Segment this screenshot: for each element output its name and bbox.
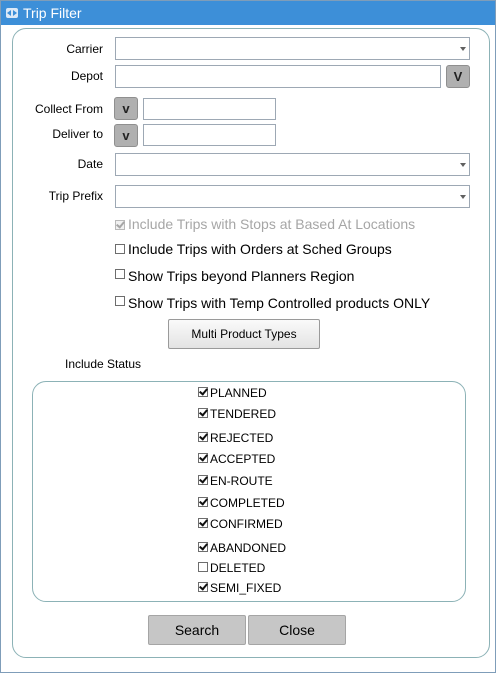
status-confirmed-checkbox[interactable] bbox=[198, 518, 208, 528]
multi-product-types-button[interactable]: Multi Product Types bbox=[168, 319, 320, 349]
collect-from-input[interactable] bbox=[143, 98, 276, 120]
status-accepted-label: ACCEPTED bbox=[210, 452, 276, 466]
deliver-to-label: Deliver to bbox=[52, 127, 103, 141]
title-bar[interactable]: Trip Filter bbox=[1, 1, 495, 25]
collect-from-label: Collect From bbox=[34, 102, 103, 116]
status-semi-fixed-label: SEMI_FIXED bbox=[210, 581, 282, 595]
status-tendered-checkbox[interactable] bbox=[198, 408, 208, 418]
trip-prefix-label: Trip Prefix bbox=[48, 189, 103, 203]
deliver-to-input[interactable] bbox=[143, 124, 276, 146]
trip-prefix-dropdown-arrow-icon[interactable] bbox=[460, 195, 466, 199]
date-label: Date bbox=[77, 157, 103, 171]
temp-controlled-label: Show Trips with Temp Controlled products… bbox=[128, 295, 431, 311]
include-based-at-label: Include Trips with Stops at Based At Loc… bbox=[128, 216, 416, 232]
status-abandoned-checkbox[interactable] bbox=[198, 542, 208, 552]
status-en-route-checkbox[interactable] bbox=[198, 475, 208, 485]
beyond-planners-region-label: Show Trips beyond Planners Region bbox=[128, 268, 355, 284]
depot-input[interactable] bbox=[115, 65, 441, 88]
beyond-planners-region-checkbox[interactable] bbox=[115, 269, 125, 279]
temp-controlled-checkbox[interactable] bbox=[115, 296, 125, 306]
include-sched-groups-label: Include Trips with Orders at Sched Group… bbox=[128, 241, 392, 257]
status-semi-fixed-checkbox[interactable] bbox=[198, 582, 208, 592]
carrier-label: Carrier bbox=[66, 42, 103, 56]
date-dropdown[interactable] bbox=[115, 153, 470, 176]
status-en-route-label: EN-ROUTE bbox=[210, 474, 273, 488]
collect-from-lov-button[interactable]: v bbox=[114, 97, 138, 120]
status-planned-label: PLANNED bbox=[210, 386, 267, 400]
status-confirmed-label: CONFIRMED bbox=[210, 517, 283, 531]
status-accepted-checkbox[interactable] bbox=[198, 453, 208, 463]
window-menu-icon[interactable] bbox=[6, 8, 18, 18]
depot-lov-button[interactable]: V bbox=[446, 65, 470, 88]
status-completed-label: COMPLETED bbox=[210, 496, 285, 510]
include-based-at-checkbox[interactable] bbox=[115, 220, 125, 230]
carrier-dropdown[interactable] bbox=[115, 37, 470, 60]
status-deleted-checkbox[interactable] bbox=[198, 562, 208, 572]
status-tendered-label: TENDERED bbox=[210, 407, 277, 421]
include-status-label: Include Status bbox=[65, 357, 142, 371]
status-deleted-label: DELETED bbox=[210, 561, 266, 575]
deliver-to-lov-button[interactable]: v bbox=[114, 124, 138, 147]
window-title: Trip Filter bbox=[23, 5, 82, 21]
status-rejected-checkbox[interactable] bbox=[198, 432, 208, 442]
carrier-dropdown-arrow-icon[interactable] bbox=[460, 47, 466, 51]
search-button[interactable]: Search bbox=[148, 615, 246, 645]
include-sched-groups-checkbox[interactable] bbox=[115, 244, 125, 254]
trip-prefix-dropdown[interactable] bbox=[115, 185, 470, 208]
depot-label: Depot bbox=[70, 69, 103, 83]
status-completed-checkbox[interactable] bbox=[198, 497, 208, 507]
status-abandoned-label: ABANDONED bbox=[210, 541, 287, 555]
status-rejected-label: REJECTED bbox=[210, 431, 274, 445]
status-planned-checkbox[interactable] bbox=[198, 387, 208, 397]
close-button[interactable]: Close bbox=[248, 615, 346, 645]
date-dropdown-arrow-icon[interactable] bbox=[460, 163, 466, 167]
